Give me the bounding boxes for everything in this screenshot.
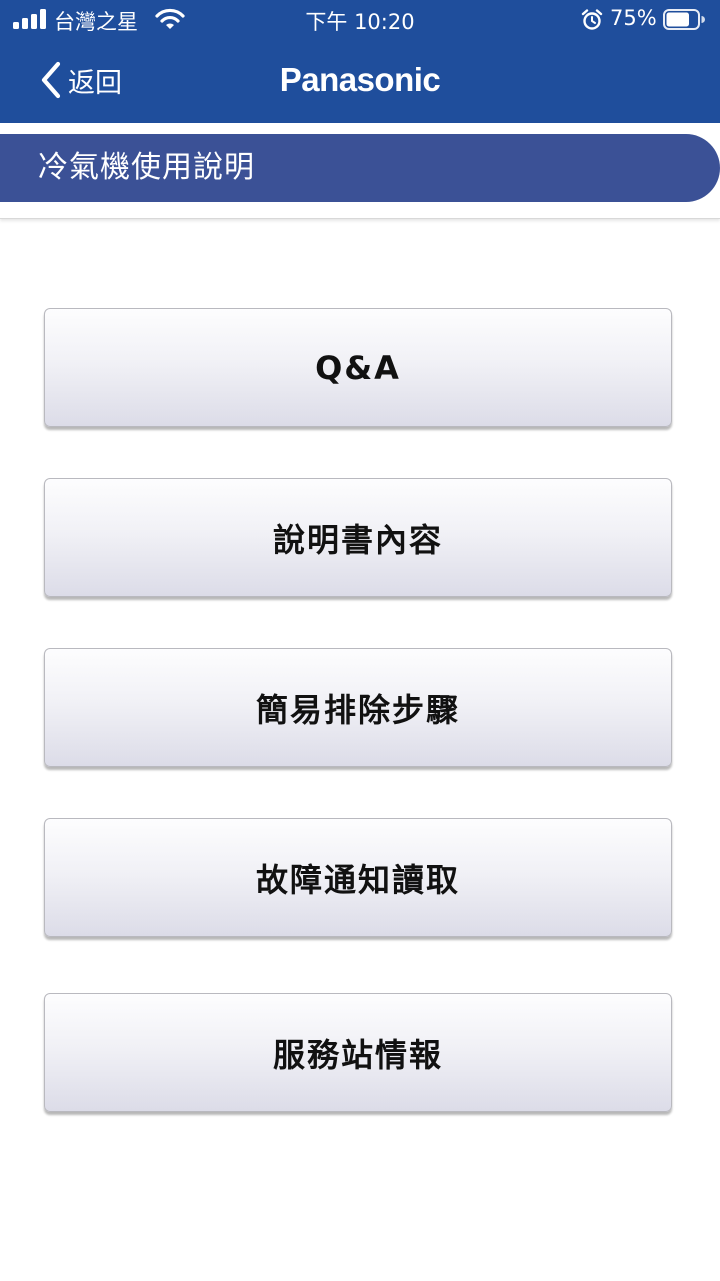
service-station-button[interactable]: 服務站情報 bbox=[44, 993, 672, 1112]
page-title: 冷氣機使用說明 bbox=[38, 150, 255, 185]
battery-percent: 75% bbox=[610, 6, 657, 30]
panasonic-logo: Panasonic bbox=[279, 61, 441, 98]
manual-contents-button-label: 說明書內容 bbox=[272, 520, 443, 559]
section-header: 冷氣機使用說明 bbox=[0, 134, 720, 202]
error-code-button[interactable]: 故障通知讀取 bbox=[44, 818, 672, 937]
top-bar: 台灣之星 下午 10:20 75% 返回 Panasonic bbox=[0, 0, 720, 123]
manual-contents-button[interactable]: 說明書內容 bbox=[44, 478, 672, 597]
service-station-button-label: 服務站情報 bbox=[272, 1035, 443, 1074]
qa-button-label: Q&A bbox=[315, 348, 401, 387]
troubleshooting-button[interactable]: 簡易排除步驟 bbox=[44, 648, 672, 767]
battery-icon bbox=[663, 9, 705, 30]
alarm-icon bbox=[581, 9, 603, 36]
status-bar: 台灣之星 下午 10:20 75% bbox=[0, 0, 720, 40]
qa-button[interactable]: Q&A bbox=[44, 308, 672, 427]
error-code-button-label: 故障通知讀取 bbox=[255, 860, 460, 899]
troubleshooting-button-label: 簡易排除步驟 bbox=[255, 690, 460, 729]
